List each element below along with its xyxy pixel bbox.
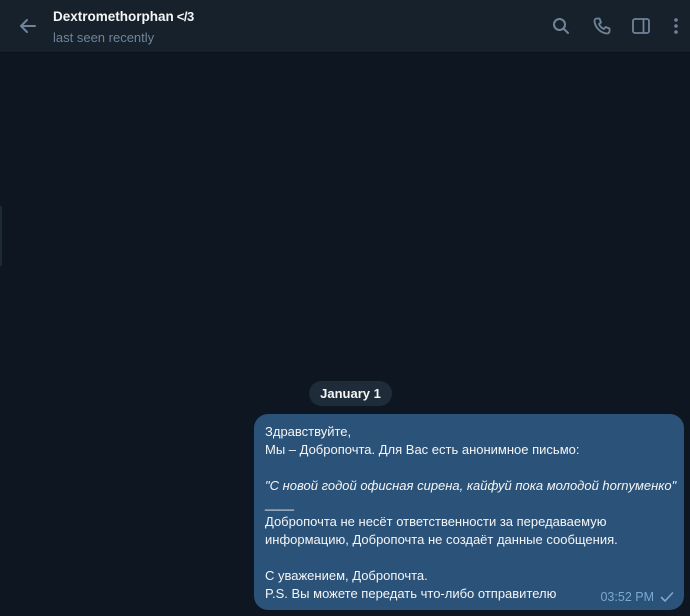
message-line bbox=[265, 459, 673, 477]
left-edge-indicator bbox=[0, 206, 2, 266]
last-seen-status: last seen recently bbox=[53, 30, 155, 45]
more-menu-button[interactable] bbox=[664, 14, 688, 38]
message-meta: 03:52 PM bbox=[600, 590, 674, 604]
message-line bbox=[265, 549, 673, 567]
message-line: Добропочта не несёт ответственности за п… bbox=[265, 514, 607, 529]
date-separator: January 1 bbox=[309, 381, 392, 406]
phone-icon bbox=[593, 17, 611, 35]
broken-heart-emoji: </3 bbox=[176, 9, 194, 24]
message-quote: "С новой годой офисная сирена, кайфуй по… bbox=[265, 478, 677, 493]
back-arrow-icon bbox=[20, 19, 36, 33]
sidebar-toggle-icon bbox=[632, 18, 650, 34]
chat-title-name: Dextromethorphan bbox=[53, 9, 174, 24]
call-button[interactable] bbox=[590, 14, 614, 38]
chat-header: Dextromethorphan </3 last seen recently bbox=[0, 0, 690, 53]
outgoing-message[interactable]: Здравствуйте, Мы – Добропочта. Для Вас е… bbox=[254, 414, 684, 610]
search-button[interactable] bbox=[549, 14, 573, 38]
message-separator: ____ bbox=[265, 496, 294, 511]
message-time: 03:52 PM bbox=[600, 590, 654, 604]
chat-title[interactable]: Dextromethorphan </3 bbox=[53, 9, 194, 24]
message-line: Здравствуйте, bbox=[265, 424, 352, 439]
check-icon bbox=[660, 592, 674, 602]
back-button[interactable] bbox=[14, 12, 42, 40]
search-icon bbox=[553, 18, 569, 34]
message-line: Мы – Добропочта. Для Вас есть анонимное … bbox=[265, 442, 580, 457]
message-line: С уважением, Добропочта. bbox=[265, 568, 428, 583]
more-vertical-icon bbox=[674, 18, 678, 34]
toggle-info-panel-button[interactable] bbox=[629, 14, 653, 38]
message-line: информацию, Добропочта не создаёт данные… bbox=[265, 532, 618, 547]
